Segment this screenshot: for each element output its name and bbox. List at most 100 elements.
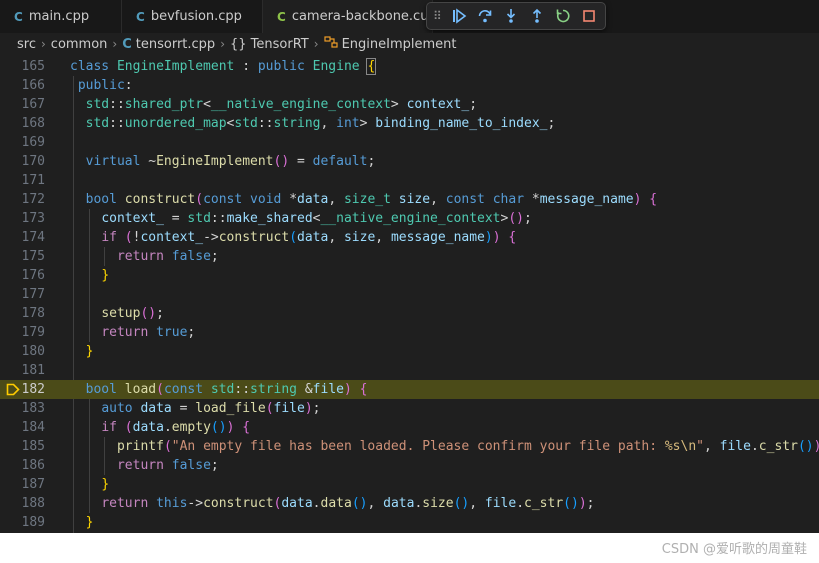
code-line[interactable]: 166 public: (0, 76, 819, 95)
line-text: if (!context_->construct(data, size, mes… (101, 230, 517, 245)
continue-icon (453, 8, 467, 24)
code-line[interactable]: 181 (0, 361, 819, 380)
chevron-right-icon: › (40, 37, 46, 51)
line-text: } (101, 268, 110, 283)
line-text: return false; (116, 249, 219, 264)
code-line[interactable]: 167 std::shared_ptr<__native_engine_cont… (0, 95, 819, 114)
restart-button[interactable] (553, 6, 573, 26)
line-number: 171 (21, 173, 45, 188)
line-number: 183 (21, 401, 45, 416)
code-line[interactable]: 189 } (0, 513, 819, 532)
breadcrumb-item-src[interactable]: src (17, 37, 36, 52)
line-number: 181 (21, 363, 45, 378)
step-over-button[interactable] (475, 6, 495, 26)
step-into-icon (506, 9, 516, 23)
continue-button[interactable] (449, 6, 469, 26)
line-text: if (data.empty()) { (101, 420, 251, 435)
tab-label: main.cpp (28, 9, 90, 24)
tab-label: camera-backbone.cu (291, 9, 429, 24)
breadcrumb-item-class[interactable]: EngineImplement (342, 37, 457, 52)
code-line[interactable]: 178 setup(); (0, 304, 819, 323)
line-text: class EngineImplement : public Engine { (70, 58, 377, 75)
breadcrumb-item-common[interactable]: common (51, 37, 108, 52)
code-line[interactable]: 174 if (!context_->construct(data, size,… (0, 228, 819, 247)
chevron-right-icon: › (220, 37, 225, 51)
tab-bar: C main.cpp C bevfusion.cpp C camera-back… (0, 0, 819, 34)
code-line[interactable]: 188 return this->construct(data.data(), … (0, 494, 819, 513)
line-number: 180 (21, 344, 45, 359)
step-over-icon (478, 10, 492, 23)
line-number: 188 (21, 496, 45, 511)
line-text: std::shared_ptr<__native_engine_context>… (85, 97, 478, 112)
line-text: public: (77, 78, 133, 93)
code-line[interactable]: 187 } (0, 475, 819, 494)
line-number: 176 (21, 268, 45, 283)
line-number: 166 (21, 78, 45, 93)
cuda-file-icon: C (277, 9, 286, 24)
cpp-file-icon: C (136, 9, 145, 24)
code-line[interactable]: 180 } (0, 342, 819, 361)
cpp-file-icon: C (122, 36, 132, 52)
code-line[interactable]: 185 printf("An empty file has been loade… (0, 437, 819, 456)
line-number: 167 (21, 97, 45, 112)
cpp-file-icon: C (14, 9, 23, 24)
code-area[interactable]: 165 class EngineImplement : public Engine… (0, 57, 819, 532)
line-number: 189 (21, 515, 45, 530)
watermark: CSDN @爱听歌的周童鞋 (661, 542, 807, 557)
code-line[interactable]: 184 if (data.empty()) { (0, 418, 819, 437)
code-line[interactable]: 173 context_ = std::make_shared<__native… (0, 209, 819, 228)
line-text: } (85, 344, 94, 359)
current-line[interactable]: 182 bool load(const std::string &file) { (0, 380, 819, 399)
line-text: return true; (101, 325, 196, 340)
tab-label: bevfusion.cpp (150, 9, 242, 24)
line-number: 184 (21, 420, 45, 435)
line-text: std::unordered_map<std::string, int> bin… (85, 116, 556, 131)
line-number: 173 (21, 211, 45, 226)
line-text: setup(); (101, 306, 164, 321)
chevron-right-icon: › (313, 37, 319, 51)
code-line[interactable]: 170 virtual ~EngineImplement() = default… (0, 152, 819, 171)
code-line[interactable]: 177 (0, 285, 819, 304)
line-number: 169 (21, 135, 45, 150)
line-number: 178 (21, 306, 45, 321)
code-line[interactable]: 179 return true; (0, 323, 819, 342)
step-out-icon (532, 8, 542, 23)
breadcrumb-item-namespace[interactable]: {} TensorRT (230, 37, 309, 52)
code-line[interactable]: 169 (0, 133, 819, 152)
tab-main-cpp[interactable]: C main.cpp (0, 0, 122, 33)
breadcrumb: src › common › C tensorrt.cpp › {} Tenso… (0, 33, 819, 55)
code-line[interactable]: 186 return false; (0, 456, 819, 475)
code-line[interactable]: 175 return false; (0, 247, 819, 266)
tab-camera-backbone-cu[interactable]: C camera-backbone.cu (263, 0, 433, 33)
code-line[interactable]: 168 std::unordered_map<std::string, int>… (0, 114, 819, 133)
line-text: bool construct(const void *data, size_t … (85, 192, 658, 207)
line-text: return this->construct(data.data(), data… (101, 496, 595, 511)
stop-button[interactable] (579, 6, 599, 26)
line-text: bool load(const std::string &file) { (85, 382, 368, 397)
line-number: 179 (21, 325, 45, 340)
line-text: context_ = std::make_shared<__native_eng… (101, 211, 532, 226)
line-number: 174 (21, 230, 45, 245)
line-number: 172 (21, 192, 45, 207)
line-text: virtual ~EngineImplement() = default; (85, 154, 376, 169)
code-line[interactable]: 172 bool construct(const void *data, siz… (0, 190, 819, 209)
line-text: } (85, 515, 94, 530)
line-number: 168 (21, 116, 45, 131)
debug-toolbar: ⠿ (426, 2, 606, 30)
code-editor: C main.cpp C bevfusion.cpp C camera-back… (0, 0, 819, 533)
code-line[interactable]: 165 class EngineImplement : public Engine… (0, 57, 819, 76)
chevron-right-icon: › (112, 37, 118, 51)
line-number: 165 (21, 59, 45, 74)
step-out-button[interactable] (527, 6, 547, 26)
breadcrumb-item-file[interactable]: tensorrt.cpp (136, 37, 215, 52)
line-number: 177 (21, 287, 45, 302)
drag-grip-icon[interactable]: ⠿ (433, 9, 443, 23)
class-icon (323, 36, 338, 52)
step-into-button[interactable] (501, 6, 521, 26)
line-text: } (101, 477, 110, 492)
code-line[interactable]: 171 (0, 171, 819, 190)
tab-bevfusion-cpp[interactable]: C bevfusion.cpp (122, 0, 263, 33)
code-line[interactable]: 183 auto data = load_file(file); (0, 399, 819, 418)
line-number: 182 (21, 382, 45, 397)
code-line[interactable]: 176 } (0, 266, 819, 285)
